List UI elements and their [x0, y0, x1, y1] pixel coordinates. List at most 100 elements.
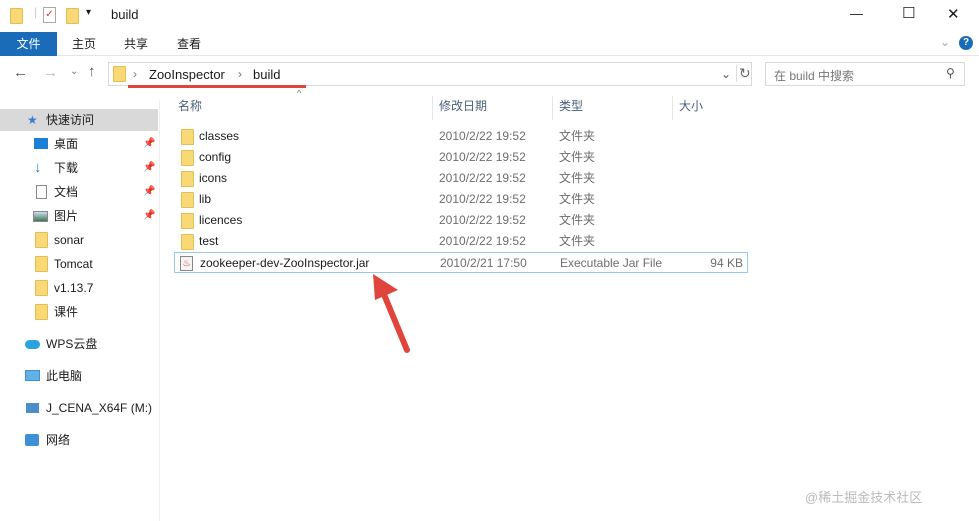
- file-row[interactable]: lib 2010/2/22 19:52 文件夹: [174, 189, 748, 210]
- forward-button[interactable]: →: [43, 64, 58, 81]
- sidebar-item-desktop[interactable]: 桌面 📌: [0, 133, 158, 155]
- file-type: 文件夹: [559, 213, 596, 227]
- sidebar-item-quick-access[interactable]: ★ 快速访问: [0, 109, 158, 131]
- star-icon: ★: [27, 113, 38, 127]
- navigation-pane: ★ 快速访问 桌面 📌 ↓ 下载 📌 文档 📌 图片 📌 sonar Tomcat v1…: [0, 100, 160, 521]
- pictures-icon: [33, 211, 48, 222]
- network-icon: [25, 434, 39, 446]
- file-name: lib: [199, 192, 212, 206]
- file-type: 文件夹: [559, 150, 596, 164]
- file-size: 94 KB: [710, 256, 743, 270]
- desktop-icon: [34, 138, 48, 149]
- sidebar-item-this-pc[interactable]: 此电脑: [0, 365, 158, 387]
- folder-icon: [35, 304, 48, 320]
- folder-icon: [181, 234, 194, 250]
- window-title: build: [111, 7, 139, 22]
- download-icon: ↓: [34, 159, 42, 176]
- folder-icon: [181, 213, 194, 229]
- help-icon[interactable]: ?: [959, 36, 973, 50]
- file-type: 文件夹: [559, 129, 596, 143]
- file-date: 2010/2/22 19:52: [439, 129, 526, 143]
- document-icon: [36, 185, 47, 199]
- file-type: 文件夹: [559, 192, 596, 206]
- sidebar-item-courseware[interactable]: 课件: [0, 301, 158, 323]
- close-button[interactable]: ✕: [947, 5, 960, 23]
- pin-icon[interactable]: 📌: [143, 205, 155, 227]
- file-row[interactable]: test 2010/2/22 19:52 文件夹: [174, 231, 748, 252]
- file-date: 2010/2/22 19:52: [439, 234, 526, 248]
- folder-icon: [113, 66, 126, 82]
- tab-view[interactable]: 查看: [165, 32, 213, 56]
- folder-icon: [181, 171, 194, 187]
- sidebar-item-tomcat[interactable]: Tomcat: [0, 253, 158, 275]
- maximize-button[interactable]: ☐: [902, 4, 915, 22]
- folder-icon: [10, 8, 23, 24]
- title-bar: | ✓ ▾ build — ☐ ✕: [0, 0, 979, 32]
- tab-home[interactable]: 主页: [60, 32, 108, 56]
- file-date: 2010/2/21 17:50: [440, 256, 527, 270]
- minimize-button[interactable]: —: [850, 6, 863, 21]
- refresh-button[interactable]: ↻: [736, 65, 751, 82]
- file-name: zookeeper-dev-ZooInspector.jar: [200, 256, 370, 270]
- file-name: licences: [199, 213, 243, 227]
- search-input[interactable]: 在 build 中搜索: [774, 67, 854, 84]
- file-row[interactable]: classes 2010/2/22 19:52 文件夹: [174, 126, 748, 147]
- file-row[interactable]: ♨ zookeeper-dev-ZooInspector.jar 2010/2/2…: [174, 252, 748, 273]
- pin-icon[interactable]: 📌: [143, 157, 155, 179]
- column-header-type[interactable]: 类型: [552, 96, 672, 120]
- properties-icon[interactable]: ✓: [43, 7, 56, 23]
- sidebar-item-network[interactable]: 网络: [0, 429, 158, 451]
- search-box[interactable]: 在 build 中搜索 ⚲: [765, 62, 965, 86]
- column-header-size[interactable]: 大小: [672, 96, 742, 120]
- tab-file[interactable]: 文件: [0, 32, 57, 56]
- sidebar-item-downloads[interactable]: ↓ 下载 📌: [0, 157, 158, 179]
- file-row[interactable]: config 2010/2/22 19:52 文件夹: [174, 147, 748, 168]
- search-icon[interactable]: ⚲: [946, 66, 955, 80]
- expand-ribbon-icon[interactable]: ⌄: [940, 35, 950, 49]
- folder-icon: [181, 150, 194, 166]
- file-row[interactable]: icons 2010/2/22 19:52 文件夹: [174, 168, 748, 189]
- sidebar-item-documents[interactable]: 文档 📌: [0, 181, 158, 203]
- sidebar-item-pictures[interactable]: 图片 📌: [0, 205, 158, 227]
- sidebar-item-drive-m[interactable]: J_CENA_X64F (M:): [0, 397, 158, 419]
- breadcrumb-zooinspector[interactable]: ZooInspector: [149, 67, 225, 82]
- sidebar-item-v1-13-7[interactable]: v1.13.7: [0, 277, 158, 299]
- file-date: 2010/2/22 19:52: [439, 192, 526, 206]
- annotation-underline: [128, 85, 306, 88]
- folder-icon: [35, 256, 48, 272]
- folder-icon: [35, 232, 48, 248]
- file-type: 文件夹: [559, 171, 596, 185]
- up-button[interactable]: ↑: [88, 63, 96, 80]
- pin-icon[interactable]: 📌: [143, 133, 155, 155]
- file-type: 文件夹: [559, 234, 596, 248]
- cloud-icon: [25, 340, 40, 349]
- jar-file-icon: ♨: [180, 256, 193, 271]
- sidebar-item-wps-cloud[interactable]: WPS云盘: [0, 333, 158, 355]
- file-name: classes: [199, 129, 240, 143]
- file-name: config: [199, 150, 232, 164]
- recent-locations-button[interactable]: ⌄: [70, 66, 78, 77]
- column-header-name[interactable]: 名称: [178, 96, 428, 120]
- file-date: 2010/2/22 19:52: [439, 150, 526, 164]
- pin-icon[interactable]: 📌: [143, 181, 155, 203]
- tab-share[interactable]: 共享: [112, 32, 160, 56]
- file-date: 2010/2/22 19:52: [439, 171, 526, 185]
- file-type: Executable Jar File: [560, 256, 663, 270]
- back-button[interactable]: ←: [13, 64, 28, 81]
- file-name: test: [199, 234, 219, 248]
- new-folder-icon[interactable]: [66, 8, 79, 24]
- watermark: @稀土掘金技术社区: [805, 490, 923, 505]
- file-date: 2010/2/22 19:52: [439, 213, 526, 227]
- column-header-date[interactable]: 修改日期: [432, 96, 552, 120]
- folder-icon: [35, 280, 48, 296]
- folder-icon: [181, 192, 194, 208]
- address-bar[interactable]: › ZooInspector › build ⌄ ↻: [108, 62, 752, 86]
- folder-icon: [181, 129, 194, 145]
- customize-toolbar-icon[interactable]: ▾: [86, 7, 91, 18]
- breadcrumb-build[interactable]: build: [253, 67, 280, 82]
- file-name: icons: [199, 171, 228, 185]
- address-dropdown[interactable]: ⌄: [721, 67, 731, 81]
- drive-icon: [26, 403, 39, 413]
- sidebar-item-sonar[interactable]: sonar: [0, 229, 158, 251]
- file-row[interactable]: licences 2010/2/22 19:52 文件夹: [174, 210, 748, 231]
